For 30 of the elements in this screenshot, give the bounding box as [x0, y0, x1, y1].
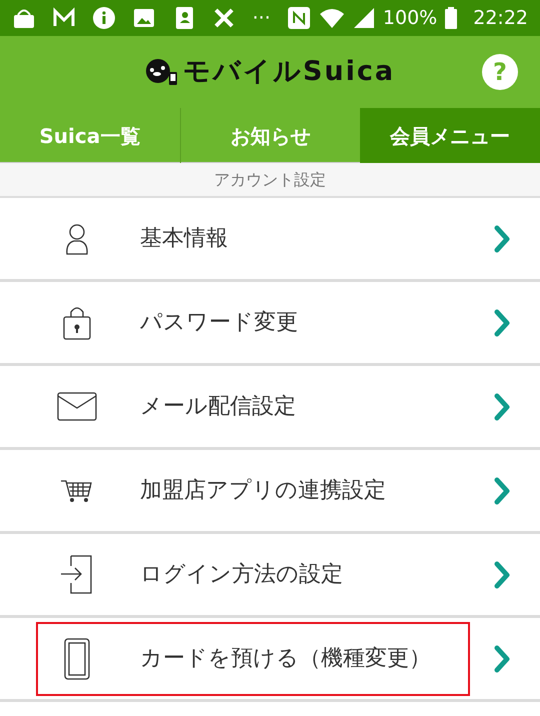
menu-item[interactable]: 加盟店アプリの連携設定 [140, 474, 386, 507]
section-title: アカウント設定 [0, 163, 540, 198]
cart-icon [60, 478, 94, 503]
app-logo: モバイルSuica [182, 54, 396, 89]
battery-level: 100% [382, 6, 438, 31]
chevron-right-icon[interactable] [494, 308, 510, 336]
chevron-right-icon[interactable] [494, 224, 510, 252]
smartphone-icon [64, 638, 90, 680]
battery-icon [445, 7, 458, 29]
lock-icon [62, 304, 92, 340]
tab[interactable]: 会員メニュー [360, 108, 540, 163]
image-icon [132, 6, 156, 30]
clock: 22:22 [473, 6, 528, 31]
menu-item[interactable]: パスワード変更 [140, 306, 298, 339]
nfc-icon [286, 6, 311, 30]
wifi-icon [318, 7, 345, 29]
signal-icon [352, 7, 375, 29]
menu-item[interactable]: 基本情報 [140, 222, 228, 255]
mail-icon [57, 392, 97, 422]
menu-item[interactable]: カードを預ける（機種変更） [140, 642, 431, 675]
overflow-dots: ··· [252, 6, 271, 31]
chevron-right-icon[interactable] [494, 392, 510, 420]
chevron-right-icon[interactable] [494, 560, 510, 588]
login-icon [60, 554, 94, 594]
info-icon [92, 6, 116, 30]
menu-item[interactable]: メール配信設定 [140, 390, 296, 423]
menu-item[interactable]: ログイン方法の設定 [140, 558, 343, 591]
chevron-right-icon[interactable] [494, 476, 510, 504]
chevron-right-icon[interactable] [494, 644, 510, 672]
penguin-logo-icon [144, 58, 179, 86]
